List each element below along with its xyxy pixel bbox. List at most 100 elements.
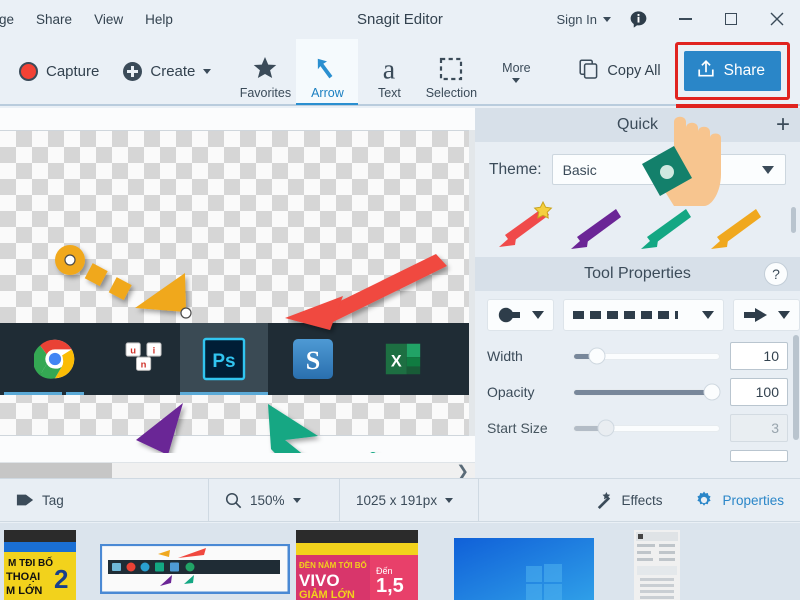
presets-scrollbar[interactable] xyxy=(791,207,796,233)
maximize-icon xyxy=(725,13,737,25)
share-label: Share xyxy=(723,62,765,79)
svg-text:VIVO: VIVO xyxy=(299,571,340,590)
line-style-dropdown[interactable] xyxy=(563,299,724,331)
quick-style-presets xyxy=(475,195,800,257)
tool-label-selection: Selection xyxy=(425,86,478,100)
width-slider[interactable] xyxy=(573,347,720,365)
share-upload-icon xyxy=(697,59,715,83)
title-bar: ge Share View Help Snagit Editor Sign In xyxy=(0,0,800,38)
snagit-editor-window: ge Share View Help Snagit Editor Sign In xyxy=(0,0,800,600)
start-size-value: 3 xyxy=(730,414,788,442)
arrow-handle-end xyxy=(180,307,192,319)
copy-all-label: Copy All xyxy=(607,63,661,79)
canvas-horizontal-scrollbar[interactable]: ❯ xyxy=(0,462,475,478)
sign-in-button[interactable]: Sign In xyxy=(549,8,619,31)
create-label: Create xyxy=(150,62,196,80)
effects-button[interactable]: Effects xyxy=(578,478,678,522)
svg-text:1,5: 1,5 xyxy=(376,575,404,597)
style-dropdown-row xyxy=(487,299,800,331)
chevron-right-icon[interactable]: ❯ xyxy=(456,462,475,479)
status-divider xyxy=(478,478,479,522)
maximize-button[interactable] xyxy=(708,0,754,38)
svg-text:THOẠI: THOẠI xyxy=(6,571,40,583)
tool-text[interactable]: a Text xyxy=(358,39,420,105)
sign-in-label: Sign In xyxy=(556,11,597,27)
thumbnail-vivo-promo[interactable]: ĐỀN NĂM TỚI BỐ VIVO GIẢM LỚN Đến 1,5 xyxy=(296,530,418,600)
share-highlight-box: Share xyxy=(674,42,790,100)
svg-text:GIẢM LỚN: GIẢM LỚN xyxy=(299,588,355,600)
dimensions-control[interactable]: 1025 x 191px xyxy=(340,478,478,522)
record-dot-icon xyxy=(19,61,38,81)
chevron-down-icon xyxy=(532,311,544,319)
arrow-preset-teal[interactable] xyxy=(637,201,693,249)
copy-all-button[interactable]: Copy All xyxy=(569,51,670,91)
arrow-icon xyxy=(314,52,340,86)
chevron-down-icon xyxy=(762,165,774,174)
copy-icon xyxy=(579,59,599,83)
theme-value: Basic xyxy=(562,161,597,178)
tag-label: Tag xyxy=(42,492,64,508)
menu-view[interactable]: View xyxy=(83,7,134,32)
window-controls: Sign In xyxy=(549,0,800,38)
star-icon xyxy=(252,52,278,86)
properties-label: Properties xyxy=(722,492,784,508)
right-panel: Quick + Theme: Basic Tool Properties ? W… xyxy=(475,108,800,478)
help-button[interactable]: ? xyxy=(764,262,788,286)
main-toolbar: Capture Create Favorites Arrow a Text Se… xyxy=(0,38,800,106)
width-value[interactable]: 10 xyxy=(730,342,788,370)
thumbnail-settings-panel[interactable] xyxy=(634,530,680,600)
add-quick-style-button[interactable]: + xyxy=(776,113,790,137)
thumbnail-banner-yellow[interactable]: M TĐI BỐ THOẠI M LỚN 2 xyxy=(4,530,76,600)
thumbnail-windows-desktop[interactable] xyxy=(454,538,594,600)
search-icon xyxy=(225,492,242,508)
minimize-button[interactable] xyxy=(662,0,708,38)
create-button[interactable]: Create xyxy=(114,55,220,88)
tag-button[interactable]: Tag xyxy=(0,478,208,522)
tool-properties-body: Width 10 Opacity 100 Start Size 3 xyxy=(475,291,800,462)
thumbnail-taskbar-capture[interactable] xyxy=(100,544,290,594)
theme-dropdown[interactable]: Basic xyxy=(551,154,786,185)
chevron-down-icon xyxy=(203,68,212,74)
width-label: Width xyxy=(487,348,523,364)
minimize-icon xyxy=(678,18,692,20)
tool-properties-scrollbar[interactable] xyxy=(793,335,799,440)
opacity-slider[interactable] xyxy=(573,383,721,401)
menu-help[interactable]: Help xyxy=(134,7,184,32)
close-button[interactable] xyxy=(754,0,800,38)
next-property-row-partial xyxy=(487,450,788,462)
zoom-control[interactable]: 150% xyxy=(209,478,339,522)
arrow-handle-start xyxy=(64,254,76,266)
arrow-preset-red[interactable] xyxy=(497,200,553,249)
start-size-label: Start Size xyxy=(487,420,548,436)
tool-favorites[interactable]: Favorites xyxy=(234,39,296,105)
end-cap-dropdown[interactable] xyxy=(733,299,800,331)
share-button[interactable]: Share xyxy=(683,51,781,91)
width-slider-row: Width 10 xyxy=(487,342,788,370)
tool-selection[interactable]: Selection xyxy=(420,39,482,105)
tool-arrow[interactable]: Arrow xyxy=(296,39,359,105)
chevron-down-icon xyxy=(778,311,790,319)
arrow-preset-orange[interactable] xyxy=(707,201,763,249)
dimensions-value: 1025 x 191px xyxy=(356,492,438,508)
properties-button[interactable]: Properties xyxy=(678,478,800,522)
chevron-down-icon xyxy=(512,78,521,83)
menu-share[interactable]: Share xyxy=(25,7,83,32)
capture-button[interactable]: Capture xyxy=(10,55,108,88)
start-size-slider[interactable] xyxy=(573,419,720,437)
menu-image-truncated[interactable]: ge xyxy=(0,7,25,32)
annotation-tools: Favorites Arrow a Text Selection More xyxy=(234,37,544,105)
chevron-down-icon xyxy=(603,16,611,22)
next-property-value[interactable] xyxy=(730,450,788,462)
chevron-down-icon xyxy=(702,311,714,319)
opacity-value[interactable]: 100 xyxy=(730,378,788,406)
start-cap-dropdown[interactable] xyxy=(487,299,554,331)
arrow-preset-purple[interactable] xyxy=(567,201,623,249)
scrollbar-thumb[interactable] xyxy=(0,462,112,478)
theme-row: Theme: Basic xyxy=(475,142,800,195)
canvas-area[interactable]: u i n Ps S X ❯ xyxy=(0,108,475,478)
more-tools-button[interactable]: More xyxy=(488,39,544,105)
arrow-end-cap-icon xyxy=(744,308,767,322)
chevron-down-icon xyxy=(292,497,301,503)
info-icon[interactable] xyxy=(629,10,648,29)
teal-dashed-arrow xyxy=(268,404,387,453)
